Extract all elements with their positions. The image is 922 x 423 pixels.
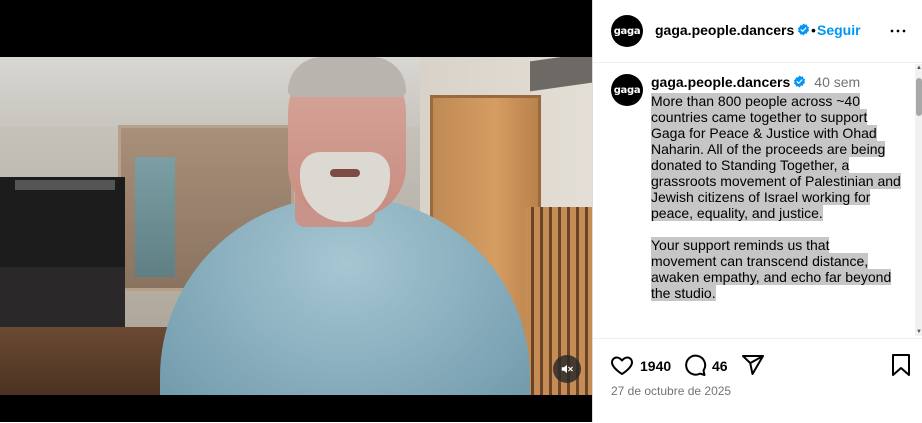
comment-bubble-icon[interactable] xyxy=(683,353,707,377)
caption-paragraph-1: More than 800 people across ~40 countrie… xyxy=(651,93,909,221)
speaker-person xyxy=(0,57,592,395)
caption-text: More than 800 people across ~40 countrie… xyxy=(651,93,909,301)
caption-line: awaken empathy, and echo far beyond xyxy=(651,269,892,285)
post-header: gaga gaga.people.dancers • Seguir xyxy=(593,0,922,63)
caption-paragraph-2: Your support reminds us that movement ca… xyxy=(651,237,909,301)
caption-avatar[interactable]: gaga xyxy=(611,74,643,106)
video-frame xyxy=(0,57,592,395)
post-actions: 1940 46 27 de octubre de 2025 xyxy=(593,338,922,423)
caption-line: movement can transcend distance, xyxy=(651,253,869,269)
heart-icon[interactable] xyxy=(610,353,634,377)
more-options-icon[interactable] xyxy=(889,22,907,40)
separator-dot: • xyxy=(811,22,816,38)
caption-line: grassroots movement of Palestinian and xyxy=(651,173,901,189)
post-side-panel: gaga gaga.people.dancers • Seguir gaga g… xyxy=(592,0,922,422)
caption-line: Jewish citizens of Israel working for xyxy=(651,189,871,205)
caption-line: donated to Standing Together, a xyxy=(651,157,850,173)
scroll-thumb[interactable] xyxy=(916,78,922,116)
username-text[interactable]: gaga.people.dancers xyxy=(655,22,794,38)
scroll-down-arrow[interactable]: ▼ xyxy=(915,328,922,336)
caption-meta: gaga.people.dancers 40 sem xyxy=(651,74,860,90)
mute-toggle-button[interactable] xyxy=(553,355,581,383)
person-hair xyxy=(288,57,406,97)
caption-line: countries came together to support xyxy=(651,109,868,125)
muted-speaker-icon xyxy=(561,364,573,374)
person-mouth xyxy=(330,169,360,177)
header-username[interactable]: gaga.people.dancers xyxy=(655,22,810,38)
avatar[interactable]: gaga xyxy=(611,15,643,47)
follow-button[interactable]: Seguir xyxy=(817,22,861,38)
comment-count[interactable]: 46 xyxy=(712,358,728,374)
scroll-up-arrow[interactable]: ▲ xyxy=(915,64,922,72)
caption-scrollbar[interactable]: ▲ ▼ xyxy=(915,64,922,336)
like-count[interactable]: 1940 xyxy=(640,358,671,374)
post-time[interactable]: 40 sem xyxy=(814,74,860,90)
caption-line: More than 800 people across ~40 xyxy=(651,93,860,109)
caption-username[interactable]: gaga.people.dancers xyxy=(651,74,790,90)
post-date[interactable]: 27 de octubre de 2025 xyxy=(611,384,731,398)
avatar-text: gaga xyxy=(613,84,641,96)
video-player[interactable] xyxy=(0,0,592,422)
caption-area: gaga gaga.people.dancers 40 sem More than… xyxy=(593,63,915,337)
caption-line: Your support reminds us that xyxy=(651,237,830,253)
caption-line: peace, equality, and justice. xyxy=(651,205,823,221)
bookmark-icon[interactable] xyxy=(890,353,912,377)
paper-plane-icon[interactable] xyxy=(741,353,765,377)
caption-line: Gaga for Peace & Justice with Ohad xyxy=(651,125,877,141)
caption-line: the studio. xyxy=(651,285,716,301)
avatar-text: gaga xyxy=(613,25,641,37)
verified-badge-icon xyxy=(794,75,806,88)
caption-line: Naharin. All of the proceeds are being xyxy=(651,141,886,157)
verified-badge-icon xyxy=(798,23,810,36)
